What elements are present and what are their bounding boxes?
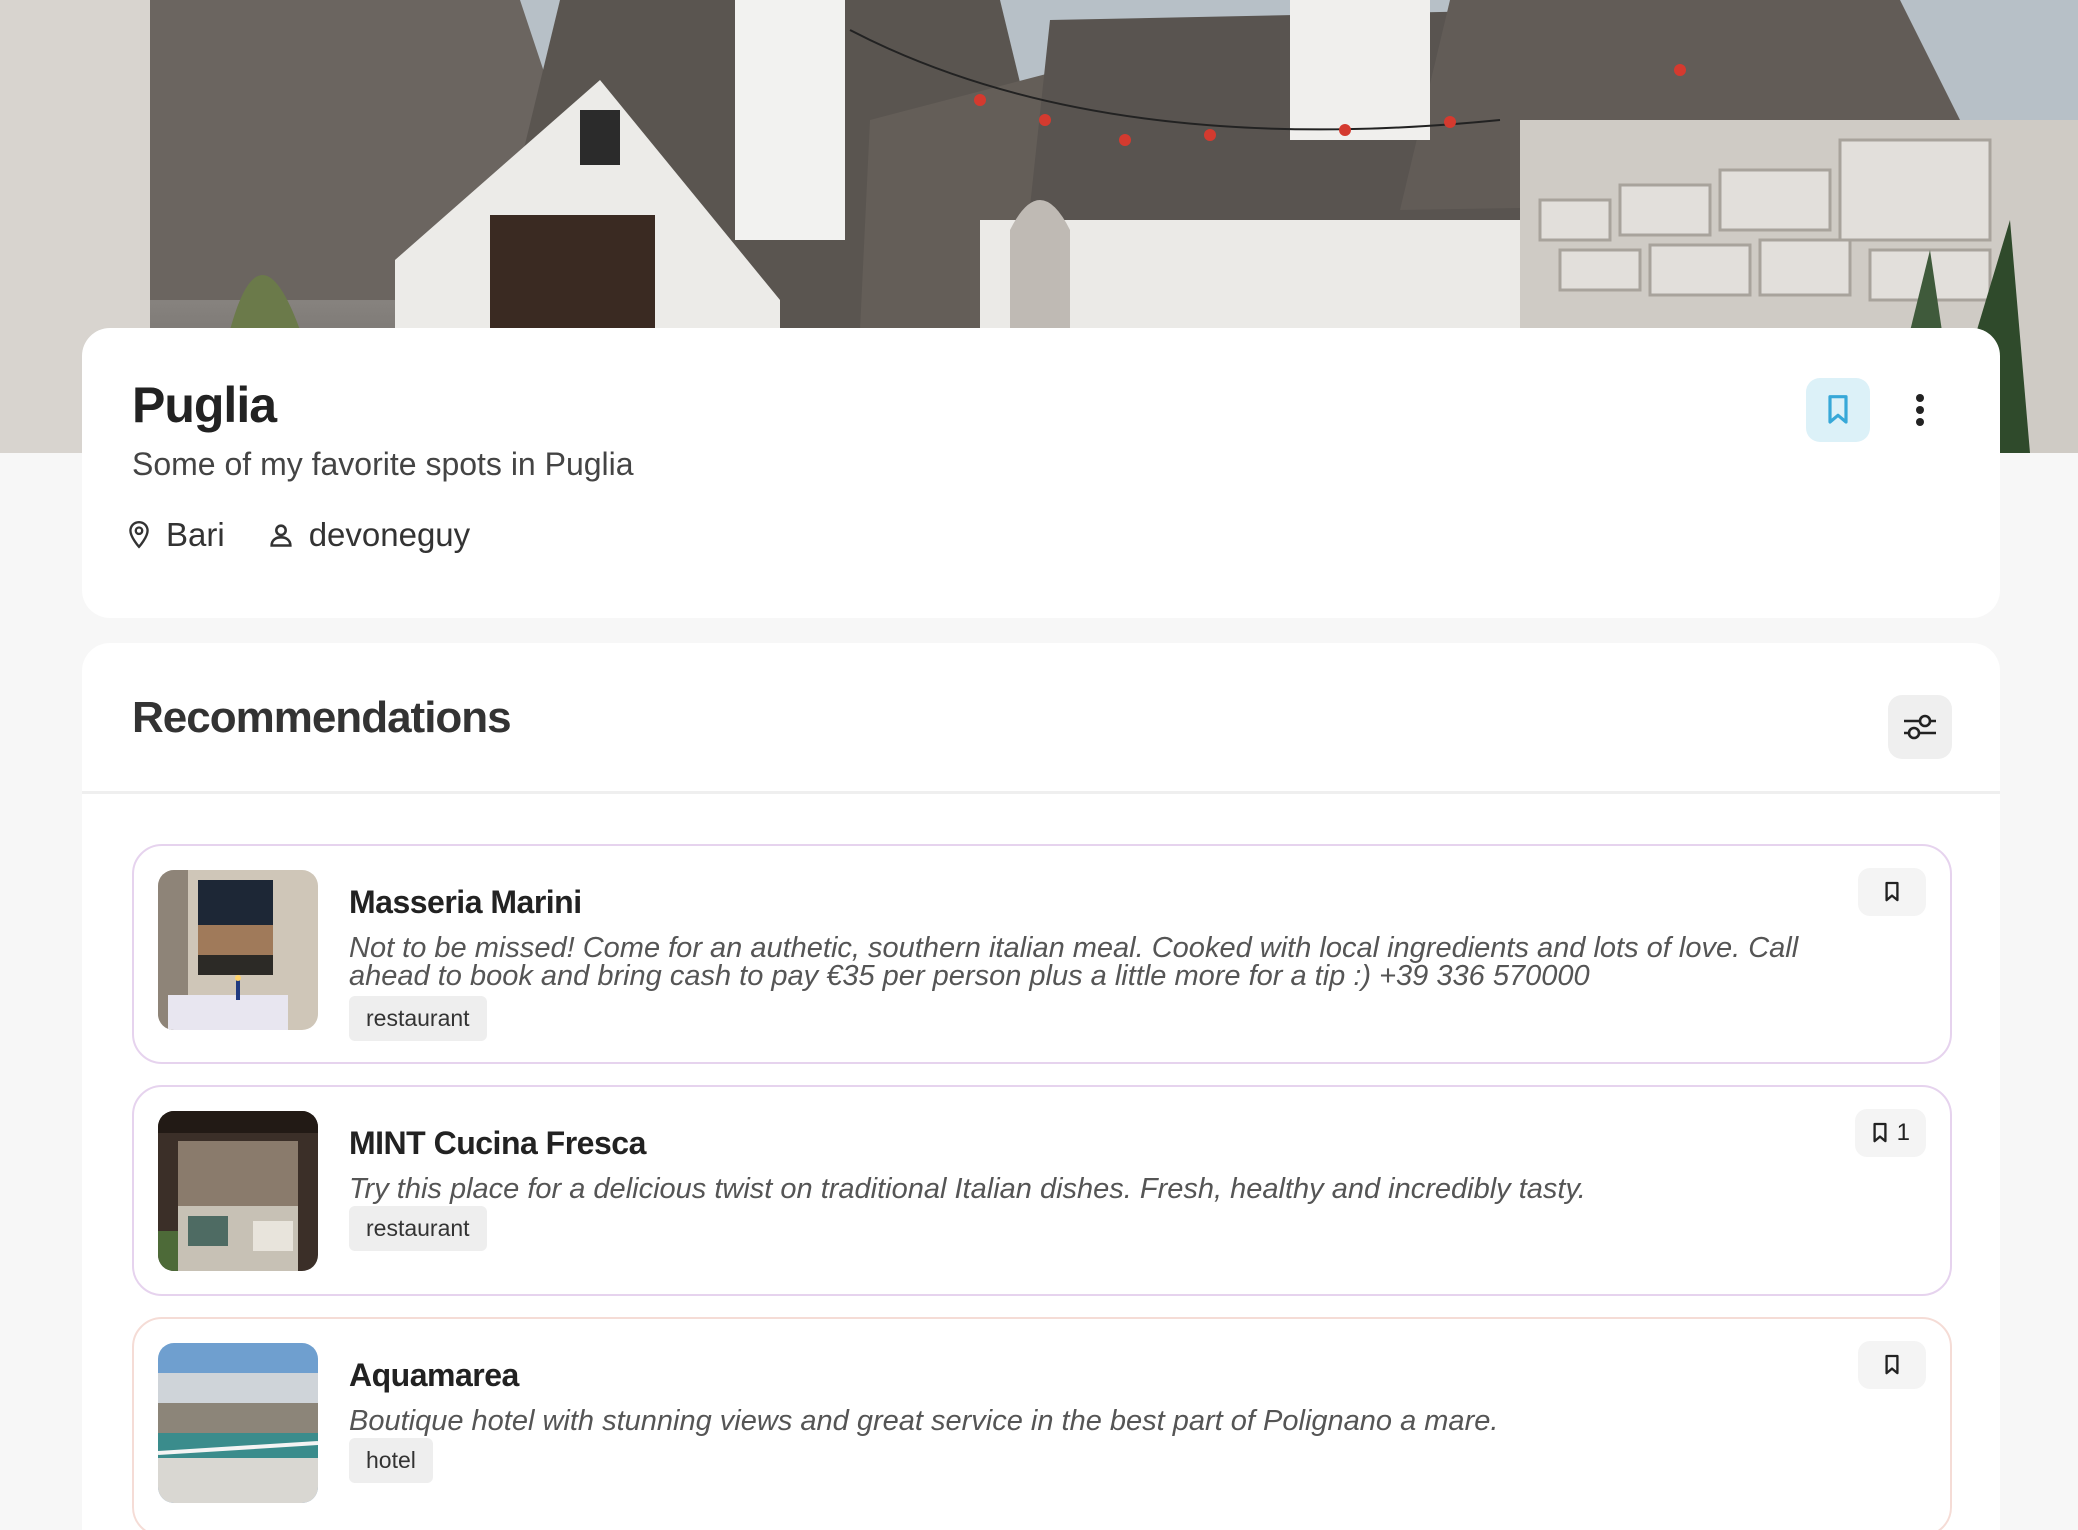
page-subtitle: Some of my favorite spots in Puglia xyxy=(132,446,634,482)
sliders-icon xyxy=(1904,714,1936,740)
location-pin-icon xyxy=(129,520,149,549)
recommendation-thumbnail xyxy=(158,1111,318,1271)
page-title: Puglia xyxy=(132,377,277,433)
collection-meta: Bari devoneguy xyxy=(126,516,512,554)
category-tag: hotel xyxy=(349,1438,433,1483)
collection-header-card: Puglia Some of my favorite spots in Pugl… xyxy=(82,328,2000,618)
save-recommendation-button[interactable] xyxy=(1858,868,1926,916)
filter-button[interactable] xyxy=(1888,695,1952,759)
user-icon xyxy=(270,524,292,547)
recommendations-section: Recommendations Masseria Marini Not to b… xyxy=(82,643,2000,1530)
save-recommendation-button[interactable] xyxy=(1858,1341,1926,1389)
save-collection-button[interactable] xyxy=(1806,378,1870,442)
recommendation-card[interactable]: MINT Cucina Fresca Try this place for a … xyxy=(132,1085,1952,1296)
location-info: Bari xyxy=(126,516,225,554)
author-info[interactable]: devoneguy xyxy=(267,516,470,554)
category-tag: restaurant xyxy=(349,1206,487,1251)
save-recommendation-button[interactable]: 1 xyxy=(1854,1109,1926,1157)
recommendation-card[interactable]: Aquamarea Boutique hotel with stunning v… xyxy=(132,1317,1952,1530)
author-name[interactable]: devoneguy xyxy=(309,516,470,554)
save-count: 1 xyxy=(1896,1119,1910,1146)
section-divider xyxy=(82,791,2000,794)
bookmark-icon xyxy=(1873,1122,1887,1143)
bookmark-icon xyxy=(1828,395,1848,424)
recommendation-thumbnail xyxy=(158,870,318,1030)
recommendation-thumbnail xyxy=(158,1343,318,1503)
section-title: Recommendations xyxy=(132,693,512,742)
bookmark-icon xyxy=(1885,881,1899,902)
recommendation-name[interactable]: Masseria Marini xyxy=(349,884,582,921)
category-tag: restaurant xyxy=(349,996,487,1041)
more-vertical-icon xyxy=(1916,394,1924,426)
recommendation-description: Not to be missed! Come for an authetic, … xyxy=(349,932,1799,992)
recommendation-description: Boutique hotel with stunning views and g… xyxy=(349,1405,1499,1437)
recommendation-name[interactable]: MINT Cucina Fresca xyxy=(349,1125,646,1162)
recommendation-description: Try this place for a delicious twist on … xyxy=(349,1173,1586,1205)
more-options-button[interactable] xyxy=(1888,378,1952,442)
recommendation-name[interactable]: Aquamarea xyxy=(349,1357,519,1394)
bookmark-icon xyxy=(1885,1354,1899,1375)
location-label: Bari xyxy=(166,516,225,553)
recommendation-card[interactable]: Masseria Marini Not to be missed! Come f… xyxy=(132,844,1952,1064)
